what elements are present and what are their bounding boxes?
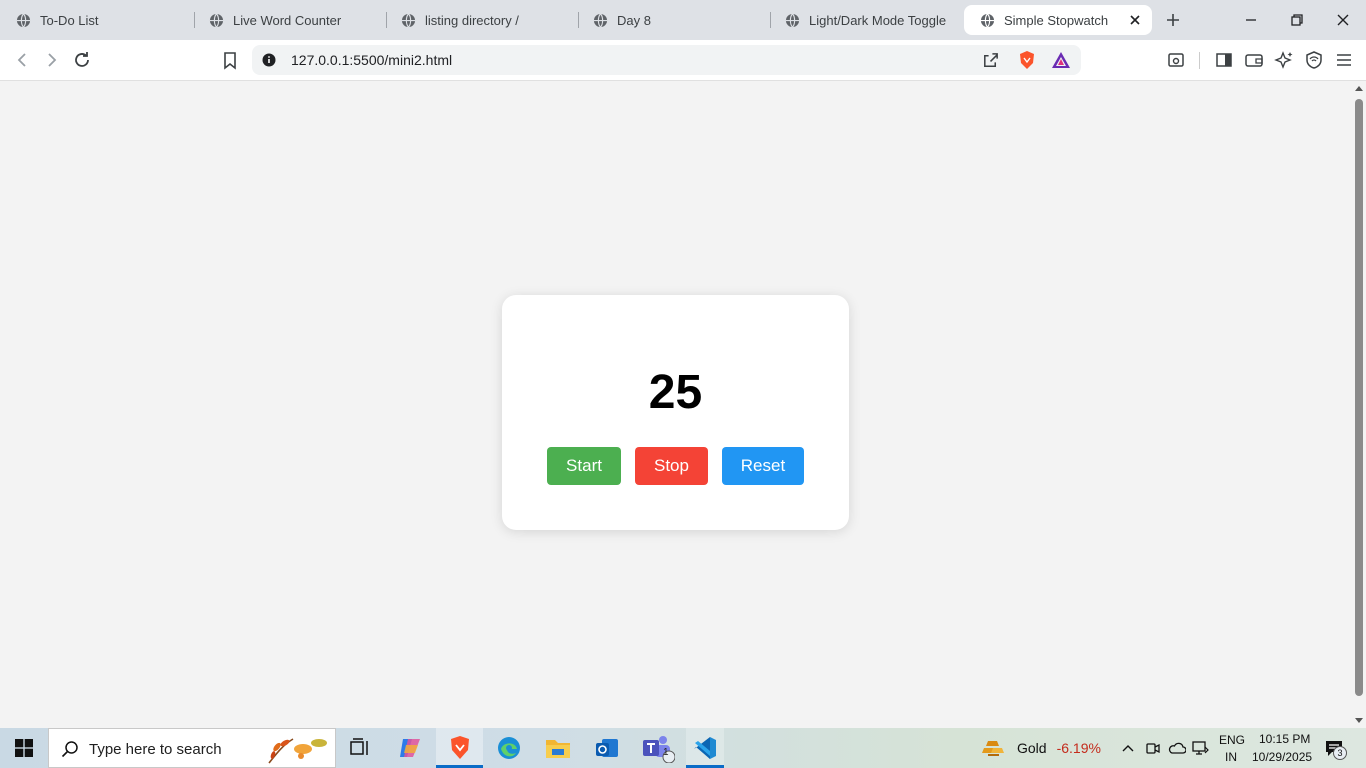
- restore-icon[interactable]: [1288, 11, 1306, 29]
- task-view-icon: [350, 738, 368, 755]
- vpn-icon[interactable]: [1304, 50, 1324, 70]
- windows-logo-icon: [15, 739, 33, 757]
- tab-strip: To-Do List Live Word Counter listing dir…: [0, 0, 1366, 40]
- back-icon[interactable]: [12, 50, 32, 70]
- action-center-button[interactable]: 3: [1320, 736, 1354, 762]
- sidebar-icon[interactable]: [1214, 50, 1234, 70]
- edge-icon: [498, 737, 520, 759]
- teams-icon: [643, 736, 675, 763]
- vscode-icon: [694, 737, 716, 759]
- taskbar-file-explorer-button[interactable]: [536, 728, 580, 768]
- close-window-icon[interactable]: [1334, 11, 1352, 29]
- page-scrollbar[interactable]: [1352, 81, 1366, 728]
- outlook-icon: [596, 739, 618, 757]
- globe-icon: [16, 13, 31, 27]
- tab-close-icon[interactable]: [1128, 13, 1142, 27]
- globe-icon: [980, 13, 995, 27]
- globe-icon: [209, 13, 224, 27]
- folder-icon: [546, 740, 570, 758]
- url-text: 127.0.0.1:5500/mini2.html: [291, 52, 453, 68]
- market-label: Gold: [1017, 740, 1047, 756]
- stopwatch-display: 25: [648, 366, 703, 419]
- taskbar-edge-button[interactable]: [487, 728, 531, 768]
- notifications-badge: 3: [1333, 746, 1347, 760]
- stop-button[interactable]: Stop: [635, 447, 708, 485]
- reader-mode-icon[interactable]: [1166, 50, 1186, 70]
- copilot-icon: [400, 739, 420, 757]
- tab-title: Light/Dark Mode Toggle: [809, 12, 947, 28]
- site-info-icon[interactable]: [262, 53, 276, 67]
- autumn-leaves-icon: [268, 738, 327, 764]
- forward-icon[interactable]: [42, 50, 62, 70]
- minimize-icon[interactable]: [1242, 11, 1260, 29]
- reset-button[interactable]: Reset: [722, 447, 804, 485]
- tab-light-dark-mode-toggle[interactable]: Light/Dark Mode Toggle: [769, 0, 962, 40]
- brave-rewards-icon[interactable]: [1051, 51, 1071, 69]
- brave-browser-icon: [450, 736, 469, 759]
- language-code[interactable]: ENG: [1219, 733, 1245, 747]
- clock-time[interactable]: 10:15 PM: [1259, 732, 1310, 746]
- meet-now-icon[interactable]: [1145, 739, 1161, 757]
- tab-day-8[interactable]: Day 8: [577, 0, 770, 40]
- tab-to-do-list[interactable]: To-Do List: [0, 0, 195, 40]
- teams-badge-count: 1: [663, 747, 669, 758]
- tab-live-word-counter[interactable]: Live Word Counter: [193, 0, 386, 40]
- gold-bars-icon: [982, 741, 1004, 756]
- tab-title: Live Word Counter: [233, 12, 342, 28]
- stopwatch-card: 25 Start Stop Reset: [502, 295, 849, 530]
- task-view-button[interactable]: [338, 728, 382, 768]
- globe-icon: [593, 13, 608, 27]
- scroll-down-arrow[interactable]: [1355, 718, 1363, 723]
- taskbar-brave-button[interactable]: [436, 728, 483, 768]
- network-icon[interactable]: [1192, 740, 1210, 756]
- copilot-button[interactable]: [388, 728, 432, 768]
- market-change: -6.19%: [1056, 740, 1101, 756]
- clock-date[interactable]: 10/29/2025: [1252, 750, 1312, 764]
- menu-icon[interactable]: [1334, 50, 1354, 70]
- brave-shields-icon[interactable]: [1017, 50, 1037, 70]
- show-hidden-icons-icon[interactable]: [1121, 741, 1135, 755]
- windows-taskbar: Type here to search 1 Gold -6.19% ENG IN…: [0, 728, 1366, 768]
- tab-title: To-Do List: [40, 12, 99, 28]
- globe-icon: [785, 13, 800, 27]
- start-button[interactable]: Start: [547, 447, 621, 485]
- new-tab-icon[interactable]: [1164, 11, 1182, 29]
- tab-title: Day 8: [617, 12, 651, 28]
- scrollbar-thumb[interactable]: [1355, 99, 1363, 696]
- globe-icon: [401, 13, 416, 27]
- taskbar-search-box[interactable]: Type here to search: [48, 728, 336, 768]
- leo-ai-icon[interactable]: [1274, 50, 1294, 70]
- tab-title: Simple Stopwatch: [1004, 12, 1109, 28]
- bookmark-icon[interactable]: [220, 50, 240, 70]
- taskbar-outlook-button[interactable]: [585, 728, 629, 768]
- start-menu-button[interactable]: [0, 728, 48, 768]
- taskbar-vscode-button[interactable]: [686, 728, 724, 768]
- tab-simple-stopwatch[interactable]: Simple Stopwatch: [964, 5, 1152, 35]
- browser-toolbar: 127.0.0.1:5500/mini2.html: [0, 40, 1366, 81]
- onedrive-icon[interactable]: [1168, 740, 1186, 756]
- search-placeholder: Type here to search: [89, 741, 222, 758]
- wallet-icon[interactable]: [1244, 50, 1264, 70]
- reload-icon[interactable]: [72, 50, 92, 70]
- tab-listing-directory[interactable]: listing directory /: [385, 0, 578, 40]
- scroll-up-arrow[interactable]: [1355, 86, 1363, 91]
- language-region[interactable]: IN: [1225, 750, 1237, 764]
- search-icon: [61, 741, 78, 758]
- taskbar-teams-button[interactable]: 1: [634, 728, 682, 768]
- toolbar-separator: [1199, 52, 1200, 69]
- tab-title: listing directory /: [425, 12, 519, 28]
- share-icon[interactable]: [981, 51, 1000, 70]
- market-widget[interactable]: Gold -6.19%: [980, 728, 1110, 768]
- address-bar[interactable]: 127.0.0.1:5500/mini2.html: [252, 45, 1081, 75]
